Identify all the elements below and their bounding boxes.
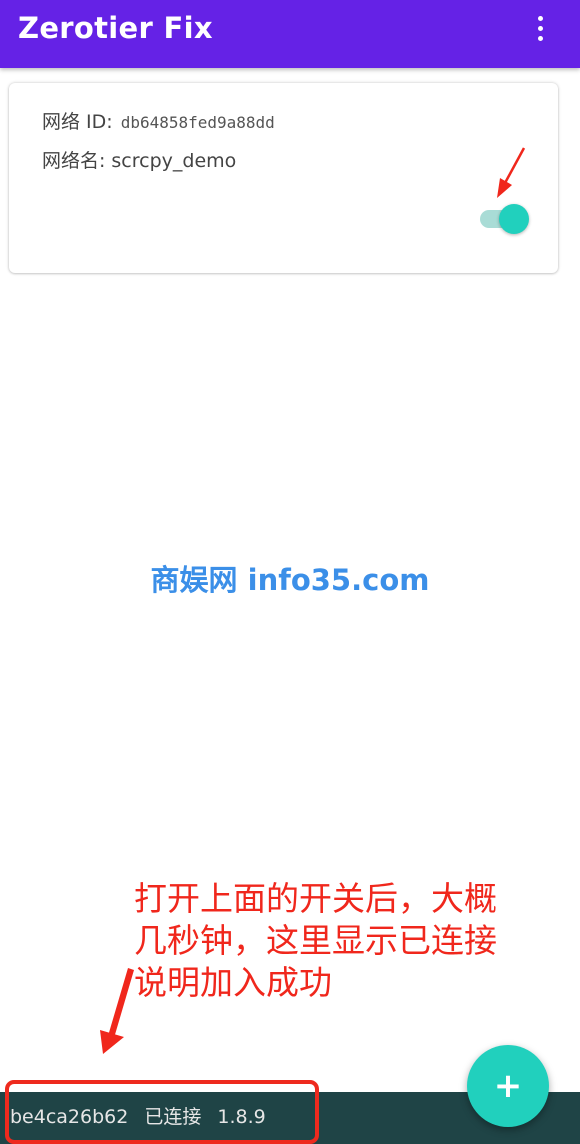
annotation-line-3: 说明加入成功: [134, 963, 332, 1002]
network-name-row: 网络名: scrcpy_demo: [42, 146, 236, 173]
add-icon: +: [493, 1066, 523, 1106]
more-vert-icon[interactable]: [522, 10, 558, 46]
app-bar: Zerotier Fix: [0, 0, 580, 68]
annotation-note: 打开上面的开关后，大概 几秒钟，这里显示已连接 说明加入成功: [134, 878, 544, 1004]
network-name-value: scrcpy_demo: [111, 150, 237, 172]
network-id-value: db64858fed9a88dd: [120, 113, 275, 132]
watermark: 商娱网 info35.com: [150, 563, 430, 597]
arrow-to-status: [100, 968, 134, 1054]
network-id-row: 网络 ID: db64858fed9a88dd: [42, 107, 275, 134]
switch-thumb: [499, 204, 529, 234]
annotation-line-1: 打开上面的开关后，大概: [134, 879, 497, 918]
status-highlight-box: [5, 1080, 319, 1144]
add-network-button[interactable]: +: [467, 1045, 549, 1127]
network-card[interactable]: 网络 ID: db64858fed9a88dd 网络名: scrcpy_demo: [9, 83, 558, 273]
network-toggle-switch[interactable]: [478, 200, 530, 238]
app-title: Zerotier Fix: [18, 11, 213, 45]
network-id-label: 网络 ID:: [42, 111, 113, 133]
annotation-line-2: 几秒钟，这里显示已连接: [134, 921, 497, 960]
network-name-label: 网络名:: [42, 150, 106, 172]
